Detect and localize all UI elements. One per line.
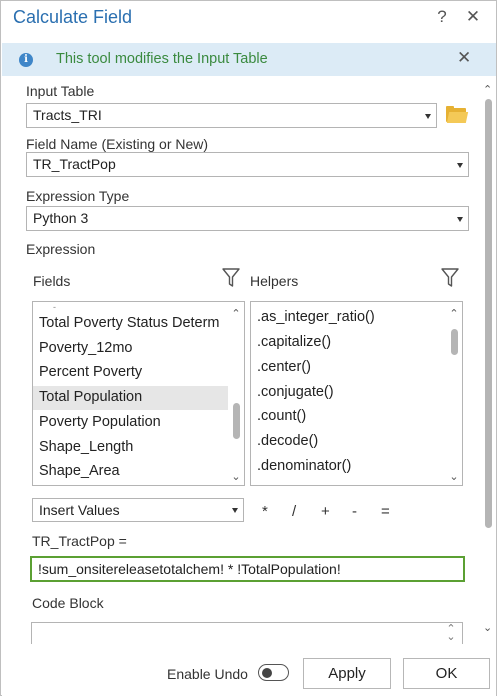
expression-label: Expression — [26, 241, 96, 257]
scroll-down-icon[interactable]: ⌄ — [483, 621, 492, 634]
scrollbar-thumb[interactable] — [451, 329, 458, 355]
field-name-label: Field Name (Existing or New) — [26, 136, 209, 152]
scroll-up-icon[interactable]: ⌃ — [449, 309, 459, 320]
list-item[interactable]: Poverty Population — [39, 414, 161, 430]
chevron-down-icon — [457, 217, 463, 222]
list-item[interactable]: .decode() — [257, 433, 318, 449]
scroll-up-icon[interactable]: ⌃ — [483, 83, 492, 96]
scroll-down-icon[interactable]: ⌄ — [449, 472, 459, 483]
input-table-select[interactable]: Tracts_TRI — [26, 103, 437, 128]
banner-message: This tool modifies the Input Table — [56, 51, 268, 67]
helpers-filter-icon[interactable] — [441, 268, 459, 288]
expression-type-label: Expression Type — [26, 188, 130, 204]
apply-button[interactable]: Apply — [303, 658, 391, 689]
plus-operator-button[interactable]: + — [321, 503, 330, 520]
toggle-knob — [262, 667, 272, 678]
chevron-down-icon — [457, 163, 463, 168]
list-item[interactable]: .capitalize() — [257, 334, 331, 350]
multiply-operator-button[interactable]: * — [262, 503, 268, 520]
helpers-list[interactable]: .as_integer_ratio() .capitalize() .cente… — [250, 301, 463, 486]
list-item[interactable]: .denominator() — [257, 458, 351, 474]
field-name-value: TR_TractPop — [33, 156, 116, 172]
code-block-label: Code Block — [32, 595, 104, 611]
list-item[interactable]: .count() — [257, 408, 306, 424]
helpers-scrollbar[interactable]: ⌃ ⌄ — [446, 302, 462, 485]
code-block-input[interactable]: ⌃ ⌄ — [31, 622, 463, 644]
help-button[interactable]: ? — [431, 7, 453, 27]
equals-operator-button[interactable]: = — [381, 503, 390, 520]
insert-values-select[interactable]: Insert Values — [32, 498, 244, 522]
insert-values-value: Insert Values — [39, 502, 120, 518]
list-item-partial: . . . — [257, 481, 270, 486]
resize-handle-icon[interactable]: ⌃ ⌄ — [446, 624, 456, 643]
expression-input[interactable]: !sum_onsitereleasetotalchem! * !TotalPop… — [30, 556, 465, 582]
close-button[interactable]: ✕ — [462, 7, 484, 27]
input-table-label: Input Table — [26, 83, 95, 99]
window-title: Calculate Field — [13, 7, 133, 27]
fields-label: Fields — [33, 273, 71, 289]
expression-type-value: Python 3 — [33, 210, 89, 226]
ok-button[interactable]: OK — [403, 658, 490, 689]
banner-close-icon[interactable]: ✕ — [457, 48, 471, 68]
list-item-selected[interactable]: Total Population — [39, 389, 142, 405]
helpers-label: Helpers — [250, 273, 299, 289]
chevron-down-icon — [425, 114, 431, 119]
list-item-partial: - — [53, 302, 56, 312]
expression-target-label: TR_TractPop = — [32, 533, 127, 549]
enable-undo-label: Enable Undo — [167, 666, 248, 682]
list-item[interactable]: Poverty_12mo — [39, 340, 133, 356]
list-item[interactable]: Percent Poverty — [39, 364, 142, 380]
list-item[interactable]: Shape_Length — [39, 439, 133, 455]
fields-scrollbar[interactable]: ⌃ ⌄ — [228, 302, 244, 485]
scroll-up-icon[interactable]: ⌃ — [231, 309, 241, 320]
list-item[interactable]: Shape_Area — [39, 463, 120, 479]
expression-type-select[interactable]: Python 3 — [26, 206, 469, 231]
list-item[interactable]: .as_integer_ratio() — [257, 309, 375, 325]
list-item[interactable]: .center() — [257, 359, 311, 375]
divide-operator-button[interactable]: / — [292, 503, 296, 520]
minus-operator-button[interactable]: - — [352, 503, 357, 520]
folder-open-icon[interactable] — [446, 106, 469, 123]
info-icon: i — [19, 53, 33, 67]
fields-filter-icon[interactable] — [222, 268, 240, 288]
chevron-down-icon — [232, 508, 238, 513]
panel-scrollbar[interactable]: ⌃ ⌄ — [481, 83, 495, 635]
input-table-value: Tracts_TRI — [33, 107, 102, 123]
scrollbar-thumb[interactable] — [485, 99, 492, 528]
calculate-field-window: Calculate Field ? ✕ i This tool modifies… — [0, 0, 497, 696]
scroll-down-icon[interactable]: ⌄ — [231, 472, 241, 483]
scrollbar-thumb[interactable] — [233, 403, 240, 439]
enable-undo-toggle[interactable] — [258, 664, 289, 681]
list-item[interactable]: Total Poverty Status Determ — [39, 315, 220, 331]
list-item[interactable]: .conjugate() — [257, 384, 334, 400]
field-name-select[interactable]: TR_TractPop — [26, 152, 469, 177]
fields-list[interactable]: - Total Poverty Status Determ Poverty_12… — [32, 301, 245, 486]
